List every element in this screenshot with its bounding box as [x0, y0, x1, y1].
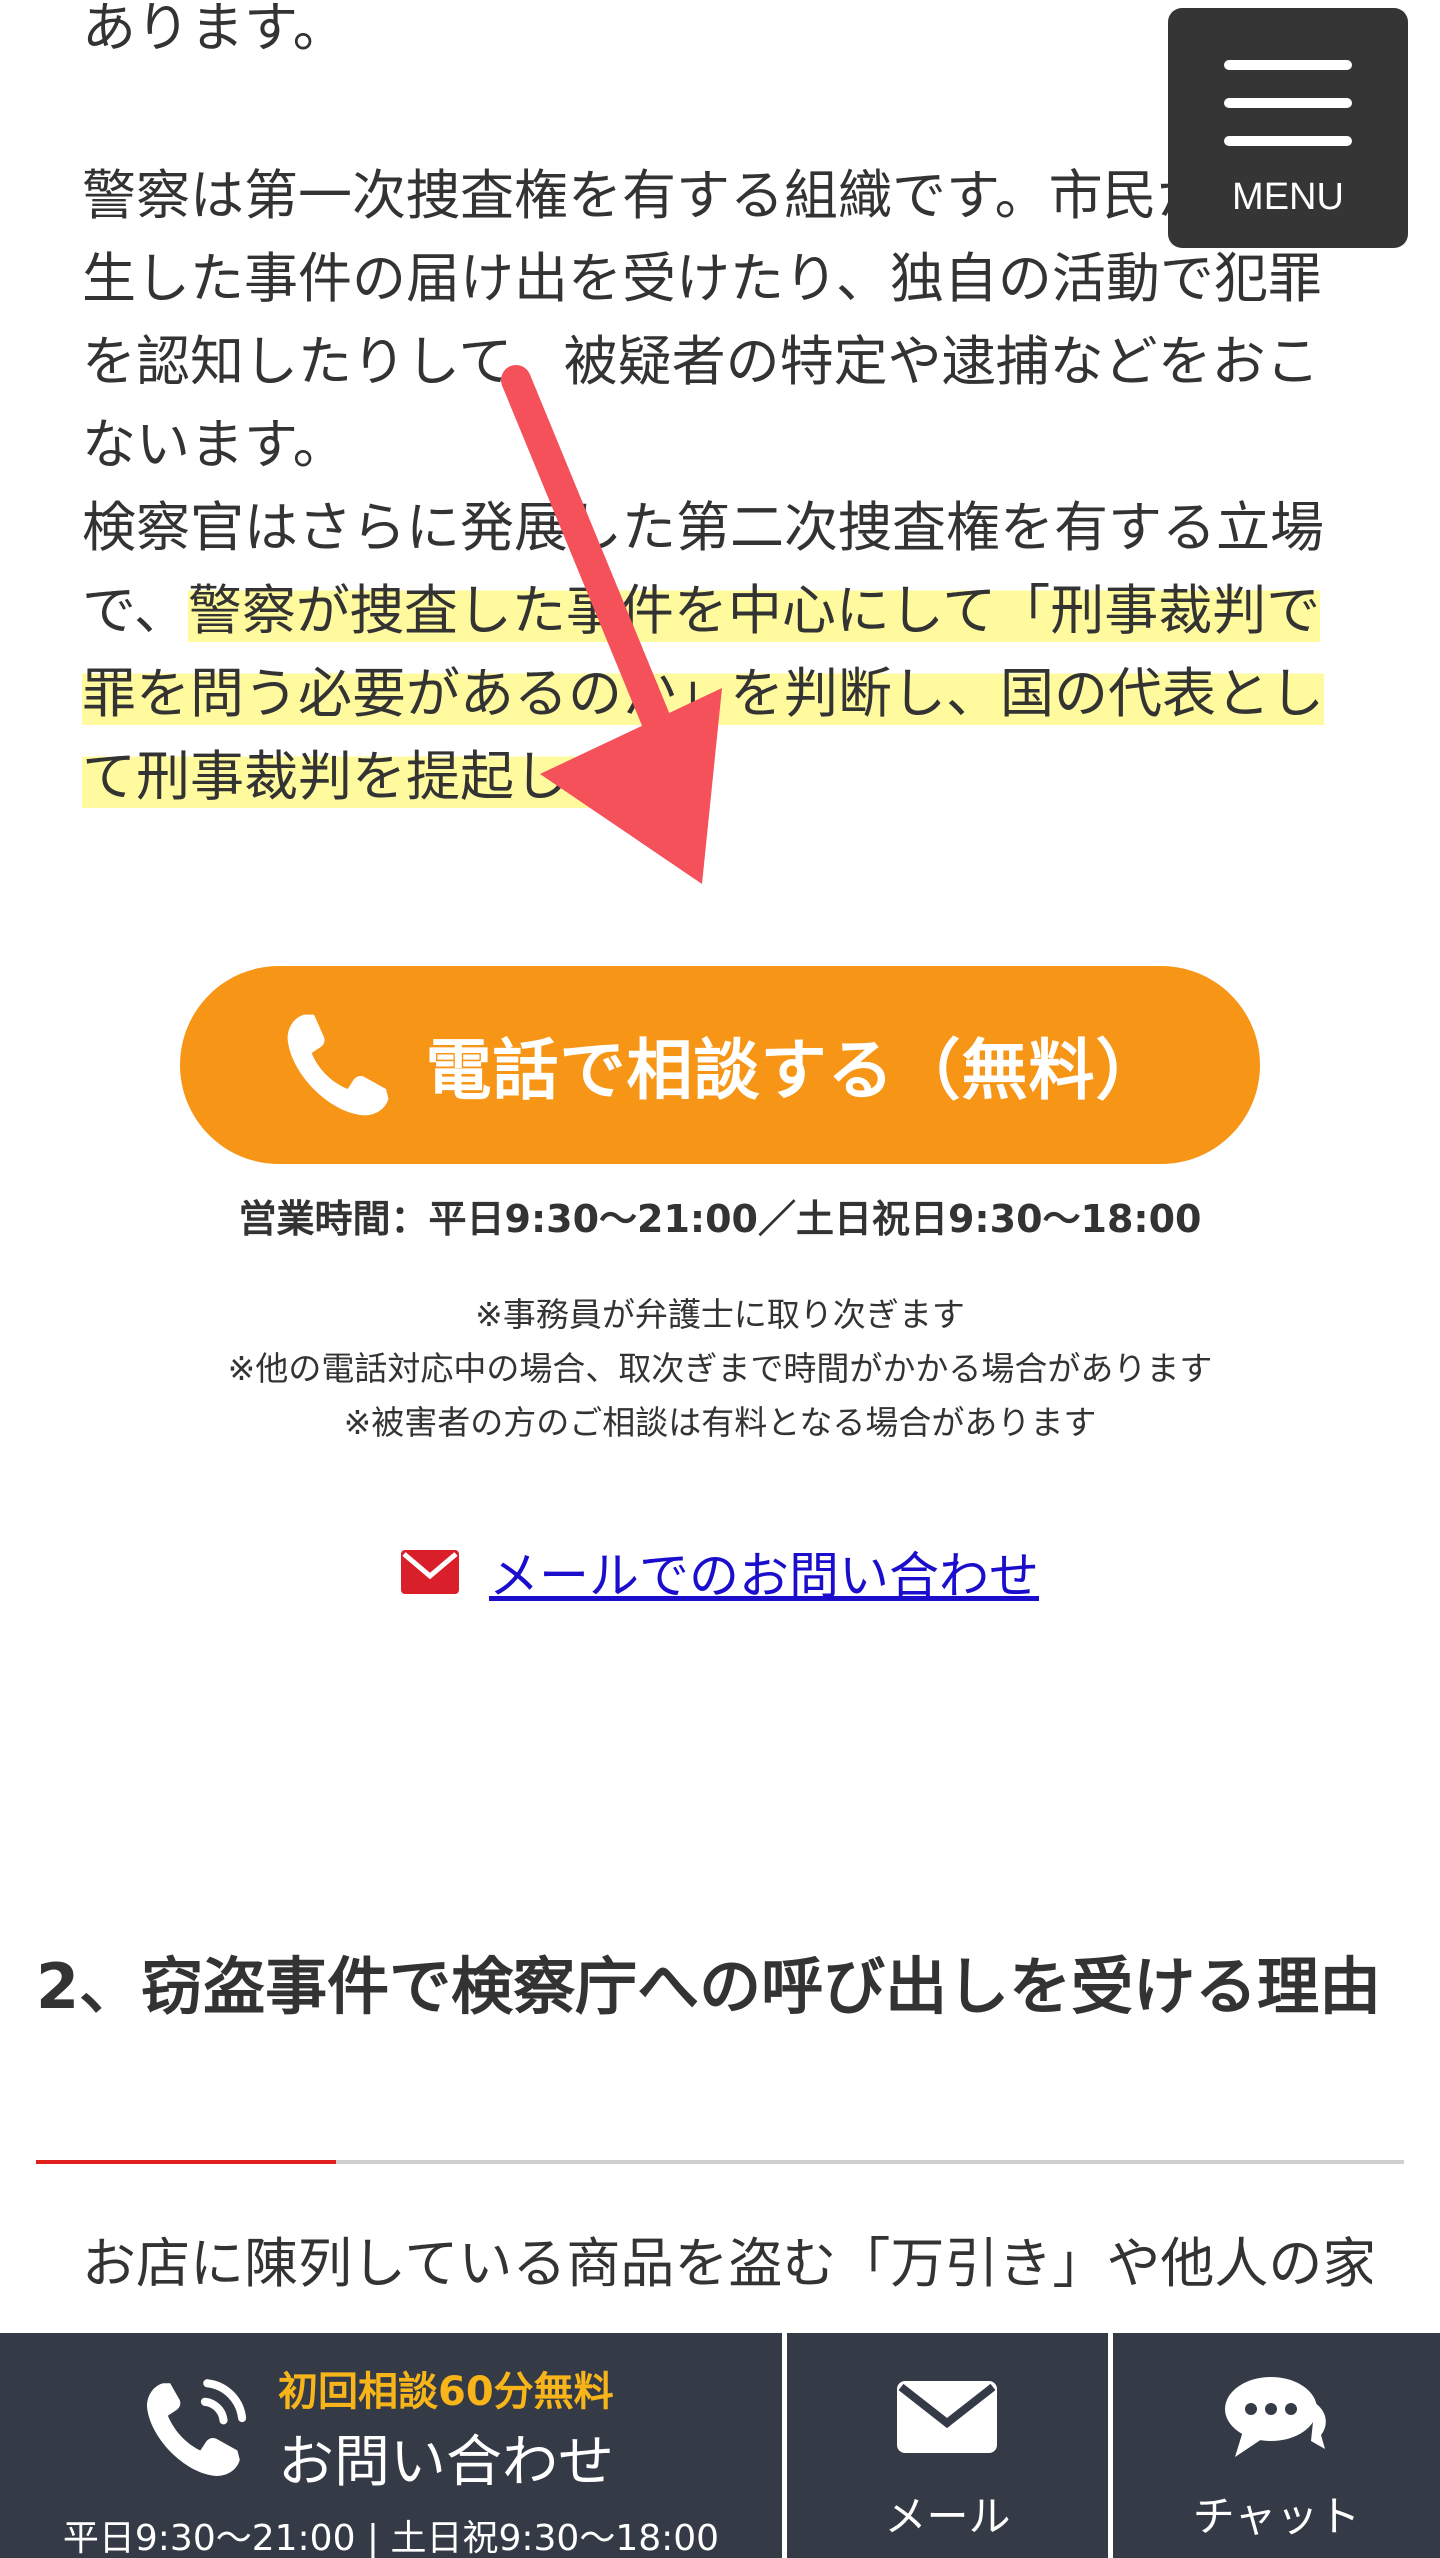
- mail-inquiry-link[interactable]: メールでのお問い合わせ: [489, 1536, 1039, 1608]
- free-consult-label: 初回相談60分無料: [278, 2369, 614, 2415]
- bottom-mail-button[interactable]: メール: [787, 2333, 1108, 2558]
- menu-button[interactable]: MENU: [1168, 8, 1408, 248]
- mail-inquiry-row: メールでのお問い合わせ: [0, 1536, 1440, 1608]
- chat-label: チャット: [1192, 2492, 1361, 2541]
- heading-rule-accent: [36, 2160, 336, 2164]
- hamburger-icon: [1224, 136, 1352, 146]
- bottom-chat-button[interactable]: チャット: [1113, 2333, 1440, 2558]
- cta-note: ※被害者の方のご相談は有料となる場合があります: [343, 1403, 1097, 1442]
- business-hours: 営業時間：平日9:30〜21:00／土日祝日9:30〜18:00: [238, 1197, 1202, 1241]
- hamburger-icon: [1224, 60, 1352, 70]
- cta-note: ※事務員が弁護士に取り次ぎます: [475, 1295, 965, 1334]
- chat-bubble-icon: [1225, 2377, 1326, 2457]
- phone-consult-button[interactable]: 電話で相談する（無料）: [180, 966, 1260, 1164]
- cta-note: ※他の電話対応中の場合、取次ぎまで時間がかかる場合があります: [227, 1349, 1213, 1388]
- phone-icon: [287, 1014, 388, 1116]
- bottom-hours: 平日9:30〜21:00 | 土日祝9:30〜18:00: [62, 2518, 720, 2558]
- mail-label: メール: [884, 2492, 1011, 2541]
- envelope-icon: [897, 2381, 997, 2453]
- bottom-contact-bar: 初回相談60分無料 お問い合わせ 平日9:30〜21:00 | 土日祝9:30〜…: [0, 2333, 1440, 2558]
- contact-label: お問い合わせ: [278, 2430, 614, 2495]
- menu-label: MENU: [1232, 176, 1344, 218]
- phone-consult-label: 電話で相談する（無料）: [425, 1032, 1163, 1109]
- cta-notes: ※事務員が弁護士に取り次ぎます ※他の電話対応中の場合、取次ぎまで時間がかかる場…: [0, 1288, 1440, 1450]
- phone-ringing-icon: [146, 2379, 247, 2477]
- hamburger-icon: [1224, 98, 1352, 108]
- section-heading: 2、窃盗事件で検察庁への呼び出しを受ける理由: [36, 1950, 1382, 2023]
- envelope-icon: [401, 1550, 459, 1594]
- red-arrow-icon: [501, 365, 722, 884]
- bottom-phone-button[interactable]: 初回相談60分無料 お問い合わせ 平日9:30〜21:00 | 土日祝9:30〜…: [0, 2333, 782, 2558]
